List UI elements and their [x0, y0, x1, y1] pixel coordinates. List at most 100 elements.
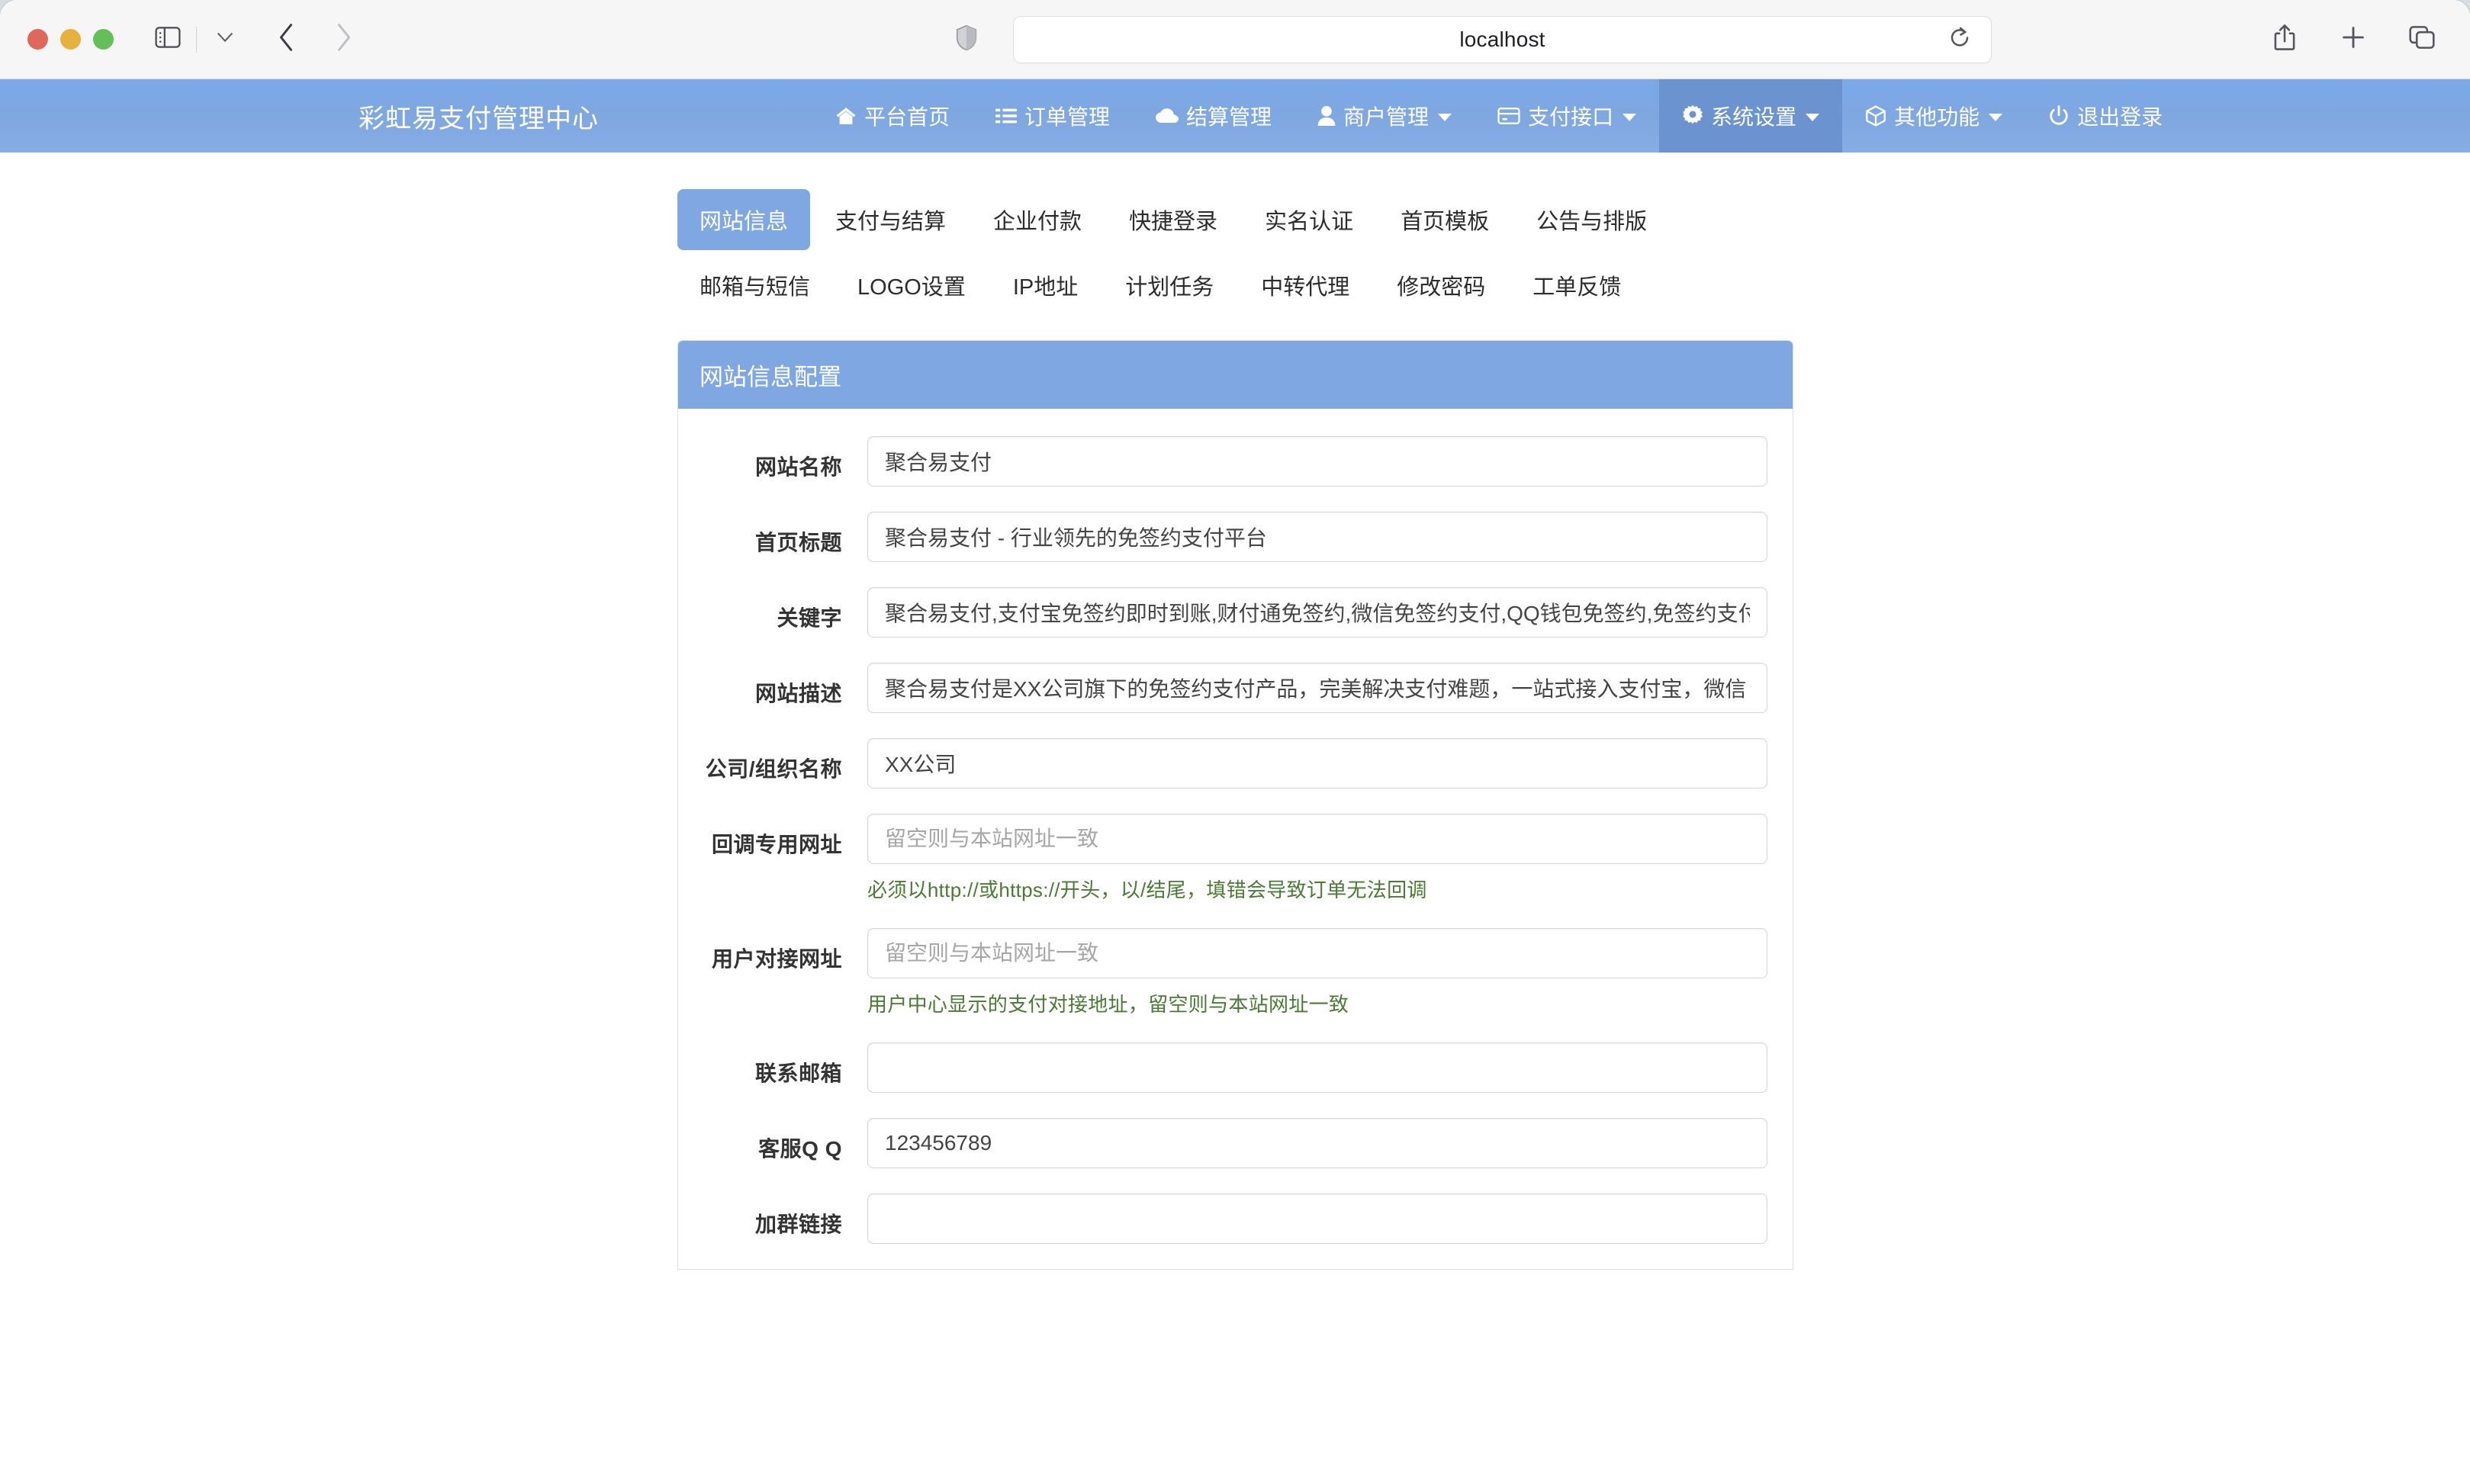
callback-url-help-text: 必须以http://或https://开头，以/结尾，填错会导致订单无法回调: [867, 879, 1427, 901]
chevron-down-icon: [217, 32, 233, 47]
chevron-down-icon: [1989, 114, 2003, 121]
url-text: localhost: [1459, 27, 1545, 51]
nav-item-merchant-management[interactable]: 商户管理: [1294, 79, 1475, 153]
panel-title: 网站信息配置: [678, 341, 1793, 409]
tab-change-password[interactable]: 修改密码: [1375, 255, 1507, 316]
field-control: [842, 512, 1793, 562]
page-content: 网站信息 支付与结算 企业付款 快捷登录 实名认证 首页模板 公告与排版 邮箱与…: [0, 153, 2470, 1270]
form-group-keywords: 关键字: [678, 587, 1793, 638]
tab-announcement-layout[interactable]: 公告与排版: [1514, 189, 1669, 250]
field-label: 加群链接: [754, 1213, 842, 1236]
field-control: [842, 1042, 1793, 1093]
tab-scheduled-tasks[interactable]: 计划任务: [1103, 255, 1236, 316]
chevron-down-icon: [1623, 114, 1637, 121]
toolbar-divider: [196, 26, 197, 53]
nav-item-settlement-management[interactable]: 结算管理: [1133, 79, 1294, 153]
address-bar[interactable]: localhost: [1013, 15, 1992, 63]
share-icon: [2272, 23, 2297, 56]
new-tab-button[interactable]: [2333, 19, 2374, 60]
chevron-down-icon: [1806, 114, 1820, 121]
minimize-window-button[interactable]: [60, 29, 81, 50]
site-description-input[interactable]: [867, 663, 1767, 713]
form-group-contact-email: 联系邮箱: [678, 1042, 1793, 1093]
nav-item-payment-interface[interactable]: 支付接口: [1475, 79, 1659, 153]
group-link-input[interactable]: [867, 1193, 1767, 1244]
home-title-input[interactable]: [867, 512, 1767, 562]
tab-ip-address[interactable]: IP地址: [991, 255, 1100, 316]
sidebar-dropdown-button[interactable]: [204, 19, 246, 60]
nav-item-order-management[interactable]: 订单管理: [973, 79, 1133, 153]
browser-toolbar: localhost: [0, 0, 2470, 79]
tab-enterprise-payout[interactable]: 企业付款: [971, 189, 1104, 250]
tab-overview-button[interactable]: [2401, 19, 2443, 60]
cloud-icon: [1156, 108, 1179, 124]
field-label: 公司/组织名称: [705, 757, 842, 781]
tab-relay-proxy[interactable]: 中转代理: [1239, 255, 1372, 316]
card-icon: [1497, 107, 1520, 125]
navigation-arrows: [265, 19, 365, 60]
nav-item-label: 订单管理: [1024, 105, 1111, 129]
form-group-home-title: 首页标题: [678, 512, 1793, 562]
tab-website-info[interactable]: 网站信息: [677, 189, 811, 250]
forward-button[interactable]: [323, 19, 365, 60]
field-label: 回调专用网址: [711, 833, 842, 856]
panel-body: 网站名称 首页标题 关键字: [678, 409, 1793, 1244]
form-group-callback-url: 回调专用网址 必须以http://或https://开头，以/结尾，填错会导致订…: [678, 814, 1793, 903]
nav-item-platform-home[interactable]: 平台首页: [812, 79, 973, 153]
company-name-input[interactable]: [867, 738, 1767, 789]
tab-email-sms[interactable]: 邮箱与短信: [677, 255, 832, 316]
home-icon: [835, 106, 857, 126]
forward-chevron-icon: [336, 24, 352, 55]
toolbar-right-actions: [2264, 19, 2443, 60]
form-group-company-name: 公司/组织名称: [678, 738, 1793, 789]
reload-icon: [1948, 27, 1971, 52]
maximize-window-button[interactable]: [93, 29, 114, 50]
nav-item-label: 结算管理: [1186, 105, 1272, 129]
share-button[interactable]: [2264, 19, 2305, 60]
reload-button[interactable]: [1948, 26, 1971, 53]
field-label: 关键字: [777, 606, 842, 630]
sidebar-icon: [155, 27, 181, 52]
tab-logo-settings[interactable]: LOGO设置: [835, 255, 988, 316]
callback-url-input[interactable]: [867, 814, 1767, 864]
nav-item-label: 商户管理: [1343, 105, 1430, 129]
app-root: localhost 彩虹易支付管理中心 平台首页 订单管理 结算管理 商户管理 …: [0, 0, 2470, 1484]
browser-window: localhost 彩虹易支付管理中心 平台首页 订单管理 结算管理 商户管理 …: [0, 0, 2470, 1484]
settings-tab-list: 网站信息 支付与结算 企业付款 快捷登录 实名认证 首页模板 公告与排版 邮箱与…: [677, 189, 1793, 320]
tab-homepage-template[interactable]: 首页模板: [1378, 189, 1511, 250]
web-page: 彩虹易支付管理中心 平台首页 订单管理 结算管理 商户管理 支付接口 系统设置 …: [0, 79, 2470, 1484]
field-control: 用户中心显示的支付对接地址，留空则与本站网址一致: [842, 928, 1793, 1017]
tab-overview-icon: [2409, 25, 2435, 53]
service-qq-input[interactable]: [867, 1118, 1767, 1168]
keywords-input[interactable]: [867, 587, 1767, 638]
field-control: [842, 587, 1793, 638]
close-window-button[interactable]: [27, 29, 48, 50]
privacy-shield-icon: [956, 24, 977, 55]
field-label: 用户对接网址: [711, 947, 842, 971]
back-button[interactable]: [265, 19, 307, 60]
nav-item-label: 平台首页: [864, 105, 950, 129]
tab-real-name-auth[interactable]: 实名认证: [1243, 189, 1375, 250]
site-navbar: 彩虹易支付管理中心 平台首页 订单管理 结算管理 商户管理 支付接口 系统设置 …: [0, 79, 2470, 153]
nav-item-system-settings[interactable]: 系统设置: [1659, 79, 1843, 153]
site-name-input[interactable]: [867, 436, 1767, 487]
window-controls: [27, 29, 114, 50]
user-docking-url-input[interactable]: [867, 928, 1767, 978]
tab-quick-login[interactable]: 快捷登录: [1107, 189, 1240, 250]
nav-item-other-functions[interactable]: 其他功能: [1842, 79, 2025, 153]
tab-ticket-feedback[interactable]: 工单反馈: [1510, 255, 1643, 316]
sidebar-toggle-button[interactable]: [147, 19, 188, 60]
power-icon: [2048, 105, 2070, 127]
navbar-brand[interactable]: 彩虹易支付管理中心: [336, 79, 622, 153]
field-control: [842, 1193, 1793, 1244]
tab-payment-settlement[interactable]: 支付与结算: [813, 189, 968, 250]
user-docking-url-help-text: 用户中心显示的支付对接地址，留空则与本站网址一致: [867, 993, 1349, 1016]
back-chevron-icon: [278, 24, 294, 55]
nav-item-label: 其他功能: [1894, 105, 1980, 129]
nav-item-label: 支付接口: [1528, 105, 1614, 129]
chevron-down-icon: [1438, 114, 1452, 121]
gear-icon: [1682, 105, 1703, 127]
contact-email-input[interactable]: [867, 1042, 1767, 1093]
field-label: 联系邮箱: [754, 1062, 842, 1085]
nav-item-logout[interactable]: 退出登录: [2025, 79, 2185, 153]
